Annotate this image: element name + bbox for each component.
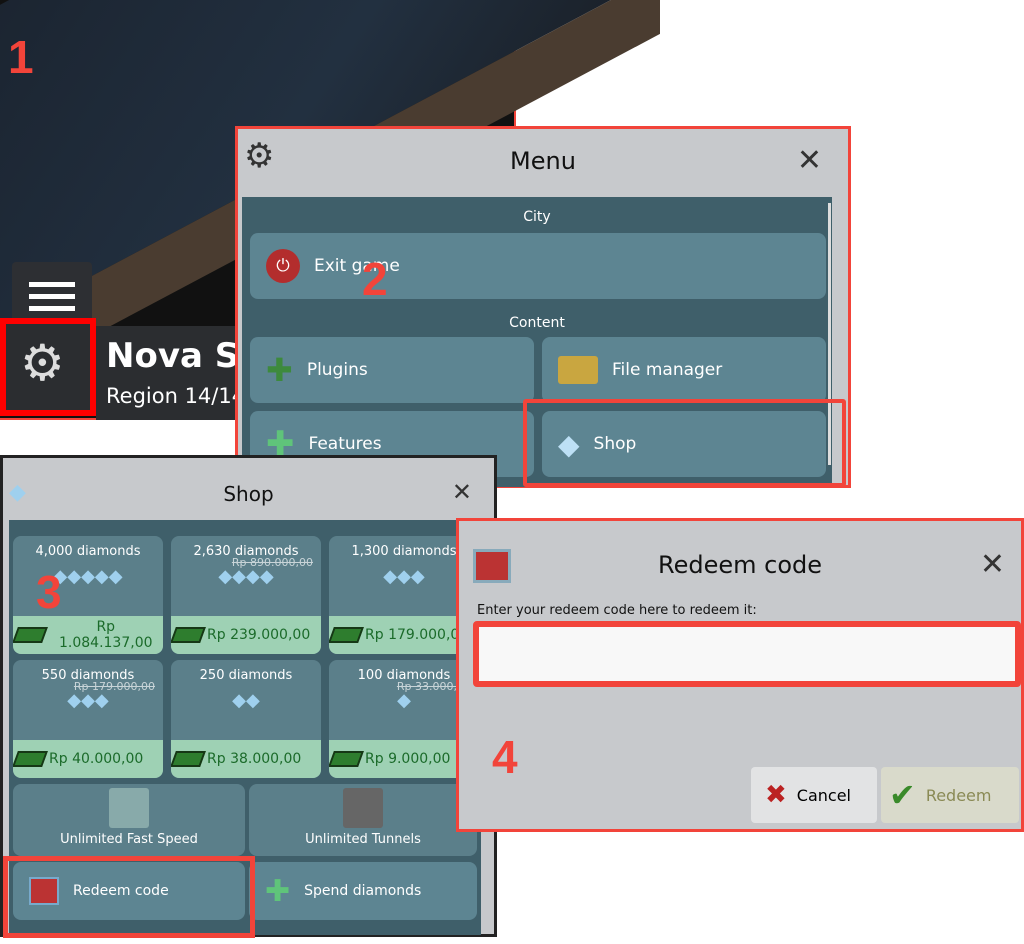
file-manager-label: File manager (612, 360, 723, 380)
diamond-pile-icon: ◆◆◆ (67, 690, 109, 711)
redeem-title: Redeem code (657, 551, 822, 579)
section-city: City (523, 209, 551, 225)
shop-title: Shop (223, 482, 274, 506)
item-price: Rp 1.084.137,00 (13, 616, 163, 654)
gear-icon: ⚙ (20, 334, 65, 392)
cash-icon (329, 627, 364, 643)
section-content: Content (509, 315, 565, 331)
step-number: 2 (362, 253, 388, 305)
plugin-arrow-icon: ✚ (266, 351, 293, 389)
power-icon: ⏻ (266, 249, 300, 283)
item-price: Rp 239.000,00 (171, 616, 321, 654)
redeem-label: Redeem (925, 785, 992, 805)
redeem-window: Redeem code ✕ Enter your redeem code her… (456, 518, 1024, 832)
step-number: 4 (492, 731, 518, 783)
diamond-pile-icon: ◆◆◆◆ (218, 566, 274, 587)
region-label: Region 14/14 (106, 384, 246, 408)
item-price: Rp 40.000,00 (13, 740, 163, 778)
diamond-pile-icon: ◆◆ (232, 690, 260, 711)
unlimited-tunnels-label: Unlimited Tunnels (305, 832, 421, 847)
cash-icon (329, 751, 364, 767)
x-icon: ✖ (765, 780, 787, 810)
redeem-highlight (3, 856, 255, 938)
shop-item[interactable]: 250 diamonds ◆◆ Rp 38.000,00 (171, 660, 321, 778)
item-name: 4,000 diamonds (35, 544, 141, 559)
redeem-code-input[interactable] (473, 621, 1021, 687)
cash-icon (13, 627, 48, 643)
shop-item[interactable]: 550 diamonds Rp 179.000,00 ◆◆◆ Rp 40.000,00 (13, 660, 163, 778)
redeem-button[interactable]: ✔ Redeem (881, 767, 1019, 823)
menu-title: Menu (510, 147, 576, 175)
folder-icon (558, 356, 598, 384)
unlimited-fast-speed-button[interactable]: Unlimited Fast Speed (13, 784, 245, 856)
cash-icon (13, 751, 48, 767)
redeem-instruction: Enter your redeem code here to redeem it… (477, 603, 757, 618)
cash-icon (171, 751, 206, 767)
exit-game-button[interactable]: ⏻ Exit game (250, 233, 826, 299)
spend-diamonds-button[interactable]: ✚ Spend diamonds (249, 862, 477, 920)
spend-diamonds-label: Spend diamonds (304, 883, 422, 899)
close-icon[interactable]: ✕ (980, 547, 1005, 582)
plugins-label: Plugins (306, 360, 368, 380)
shop-window: ◆ Shop ✕ 4,000 diamonds ◆◆◆◆◆ Rp 1.084.137… (0, 455, 497, 938)
unlimited-tunnels-button[interactable]: Unlimited Tunnels (249, 784, 477, 856)
file-manager-button[interactable]: File manager (542, 337, 826, 403)
cancel-label: Cancel (796, 785, 851, 805)
menu-window: ⚙ Menu ✕ City ⏻ Exit game Content ✚ Plugin… (235, 126, 851, 488)
plus-icon: ✚ (265, 873, 291, 909)
item-name: 250 diamonds (199, 668, 293, 683)
step-number: 1 (8, 31, 34, 83)
tunnel-icon (343, 788, 383, 828)
cash-icon (171, 627, 206, 643)
hamburger-menu-button[interactable] (12, 262, 92, 322)
settings-button[interactable]: ⚙ (0, 318, 96, 416)
close-icon[interactable]: ✕ (452, 478, 472, 506)
shop-highlight (523, 399, 846, 487)
city-name: Nova S (106, 336, 240, 376)
unlimited-fast-speed-label: Unlimited Fast Speed (60, 832, 198, 847)
close-icon[interactable]: ✕ (797, 143, 822, 178)
item-price: Rp 38.000,00 (171, 740, 321, 778)
fast-speed-icon (109, 788, 149, 828)
step-number: 3 (36, 566, 62, 618)
shop-item[interactable]: 2,630 diamonds Rp 890.000,00 ◆◆◆◆ Rp 239.00… (171, 536, 321, 654)
checkmark-icon: ✔ (889, 776, 916, 814)
features-label: Features (308, 434, 382, 454)
cancel-button[interactable]: ✖ Cancel (751, 767, 877, 823)
plugins-button[interactable]: ✚ Plugins (250, 337, 534, 403)
